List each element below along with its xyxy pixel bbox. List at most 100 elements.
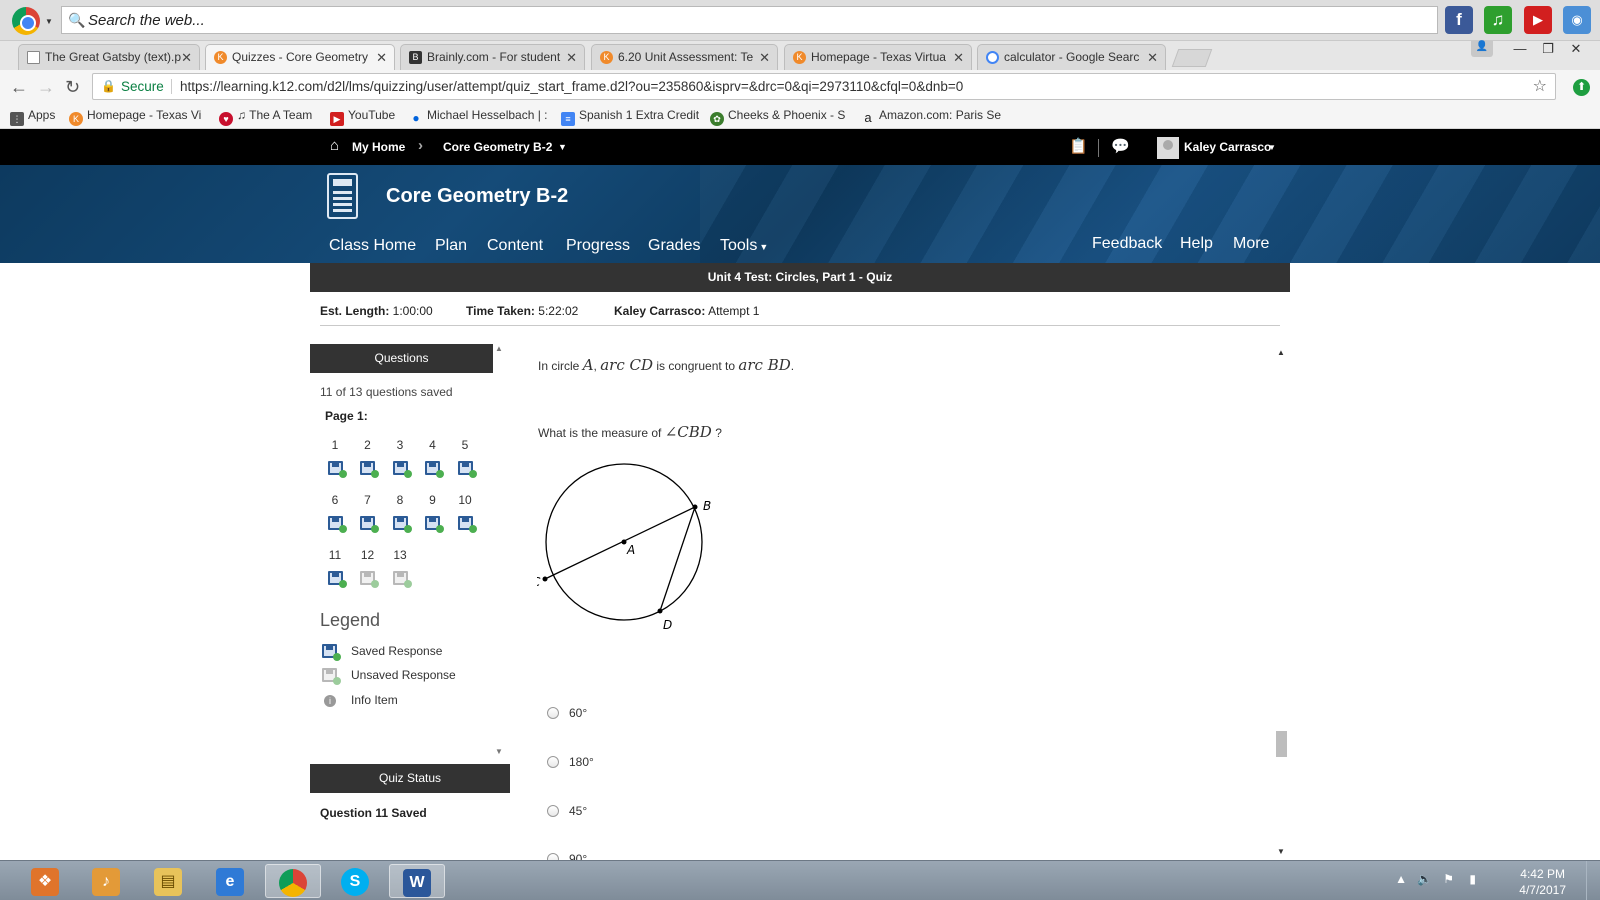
nav-feedback[interactable]: Feedback [1092, 235, 1162, 253]
close-icon[interactable]: ✕ [181, 45, 192, 70]
tab-calculator-search[interactable]: calculator - Google Searc ✕ [977, 44, 1166, 70]
bookmark-a-team[interactable]: ♥ ♫ The A Team [219, 108, 312, 126]
url-text[interactable]: https://learning.k12.com/d2l/lms/quizzin… [180, 74, 963, 99]
nav-content[interactable]: Content [487, 237, 543, 255]
my-home-link[interactable]: My Home [352, 140, 405, 154]
question-link-10[interactable]: 10 [450, 493, 480, 533]
question-link-1[interactable]: 1 [320, 438, 350, 478]
question-link-8[interactable]: 8 [385, 493, 415, 533]
taskbar-start-app[interactable]: ❖ [17, 864, 73, 898]
radio-button[interactable] [547, 707, 559, 719]
question-link-11[interactable]: 11 [320, 548, 350, 588]
scroll-down-icon[interactable]: ▼ [1277, 847, 1285, 856]
taskbar-skype[interactable]: S [327, 864, 383, 898]
question-link-12[interactable]: 12 [353, 548, 383, 588]
questions-panel-scrollbar[interactable]: ▲ ▼ [493, 344, 504, 756]
nav-help[interactable]: Help [1180, 235, 1213, 253]
notifications-icon[interactable]: 📋 [1069, 137, 1088, 155]
close-icon[interactable]: ✕ [566, 45, 577, 70]
back-arrow-icon[interactable]: ← [10, 77, 28, 98]
chevron-down-icon[interactable]: ▼ [1268, 143, 1276, 152]
tab-great-gatsby[interactable]: The Great Gatsby (text).p ✕ [18, 44, 200, 70]
radio-button[interactable] [547, 756, 559, 768]
bookmark-texas-homepage[interactable]: K Homepage - Texas Vi [69, 108, 201, 126]
bookmark-youtube[interactable]: ▶ YouTube [330, 108, 395, 126]
web-search-box[interactable]: 🔍 [61, 6, 1438, 34]
messages-icon[interactable]: 💬 [1111, 137, 1130, 155]
chevron-down-icon[interactable]: ▼ [558, 142, 567, 152]
close-icon[interactable]: ✕ [759, 45, 770, 70]
saved-response-icon [425, 516, 444, 533]
question-link-9[interactable]: 9 [418, 493, 448, 533]
question-link-13[interactable]: 13 [385, 548, 415, 588]
tab-unit-assessment[interactable]: K 6.20 Unit Assessment: Te ✕ [591, 44, 778, 70]
forward-arrow-icon[interactable]: → [37, 77, 55, 98]
question-scrollbar[interactable]: ▲ ▼ [1275, 344, 1287, 860]
taskbar-chrome[interactable] [265, 864, 321, 898]
answer-choice-1[interactable]: 60° [547, 706, 587, 720]
bookmark-flickr[interactable]: ● Michael Hesselbach | : [409, 108, 547, 125]
extension-icon[interactable]: ⬆ [1573, 79, 1590, 96]
close-icon[interactable]: ✕ [376, 45, 387, 70]
question-link-2[interactable]: 2 [353, 438, 383, 478]
question-link-4[interactable]: 4 [418, 438, 448, 478]
bookmark-star-icon[interactable]: ☆ [1533, 74, 1547, 99]
scroll-down-icon[interactable]: ▼ [495, 747, 503, 756]
tab-brainly[interactable]: B Brainly.com - For student ✕ [400, 44, 585, 70]
taskbar-explorer[interactable]: ▤ [140, 864, 196, 898]
tab-quizzes[interactable]: K Quizzes - Core Geometry ✕ [205, 44, 395, 71]
close-icon[interactable]: ✕ [953, 45, 964, 70]
scroll-thumb[interactable] [1276, 731, 1287, 757]
close-window-icon[interactable]: ✕ [1562, 41, 1590, 57]
answer-choice-3[interactable]: 45° [547, 804, 587, 818]
nav-more[interactable]: More [1233, 235, 1269, 253]
facebook-icon[interactable]: f [1445, 6, 1473, 34]
tab-texas-virtual[interactable]: K Homepage - Texas Virtua ✕ [784, 44, 972, 70]
taskbar-clock[interactable]: 4:42 PM 4/7/2017 [1519, 866, 1566, 898]
new-tab-button[interactable] [1171, 49, 1213, 67]
nav-progress[interactable]: Progress [566, 237, 630, 255]
radio-button[interactable] [547, 853, 559, 860]
volume-icon[interactable]: 🔈 [1417, 872, 1432, 886]
course-dropdown[interactable]: Core Geometry B-2 [443, 140, 552, 154]
nav-grades[interactable]: Grades [648, 237, 700, 255]
nav-plan[interactable]: Plan [435, 237, 467, 255]
radio-button[interactable] [547, 805, 559, 817]
restore-icon[interactable]: ❐ [1534, 41, 1562, 57]
answer-choice-4[interactable]: 90° [547, 852, 587, 860]
bookmark-apps[interactable]: ⋮ Apps [10, 108, 55, 126]
user-menu[interactable]: Kaley Carrasco [1184, 140, 1271, 154]
bookmark-amazon[interactable]: a Amazon.com: Paris Se [861, 108, 1001, 125]
bookmark-spanish[interactable]: ≡ Spanish 1 Extra Credit [561, 108, 699, 126]
chrome-logo-icon[interactable] [12, 7, 40, 35]
show-desktop-button[interactable] [1586, 861, 1600, 900]
profile-icon[interactable]: 👤 [1471, 41, 1493, 57]
question-link-6[interactable]: 6 [320, 493, 350, 533]
taskbar-media-app[interactable]: ♪ [78, 864, 134, 898]
taskbar-word[interactable]: W [389, 864, 445, 898]
scroll-up-icon[interactable]: ▲ [495, 344, 503, 353]
network-icon[interactable]: ▮ [1469, 872, 1476, 886]
address-bar[interactable]: 🔒 Secure https://learning.k12.com/d2l/lm… [92, 73, 1556, 100]
question-link-3[interactable]: 3 [385, 438, 415, 478]
minimize-icon[interactable]: — [1506, 41, 1534, 56]
youtube-icon[interactable]: ▶ [1524, 6, 1552, 34]
web-search-input[interactable] [88, 10, 1418, 30]
nav-tools[interactable]: Tools ▼ [720, 237, 768, 255]
answer-choice-2[interactable]: 180° [547, 755, 594, 769]
bookmark-cheeks-phoenix[interactable]: ✿ Cheeks & Phoenix - S [710, 108, 845, 126]
taskbar-ie[interactable]: e [202, 864, 258, 898]
question-number: 5 [461, 438, 469, 452]
question-link-5[interactable]: 5 [450, 438, 480, 478]
tray-expand-icon[interactable]: ▲ [1395, 872, 1407, 886]
music-icon[interactable]: ♫ [1484, 6, 1512, 34]
avatar[interactable] [1157, 137, 1179, 159]
chevron-down-icon[interactable]: ▼ [45, 17, 53, 26]
reload-icon[interactable]: ↻ [65, 77, 80, 98]
nav-class-home[interactable]: Class Home [329, 237, 416, 255]
close-icon[interactable]: ✕ [1147, 45, 1158, 70]
action-center-flag-icon[interactable]: ⚑ [1443, 872, 1454, 886]
scroll-up-icon[interactable]: ▲ [1277, 348, 1285, 357]
question-link-7[interactable]: 7 [353, 493, 383, 533]
game-icon[interactable]: ◉ [1563, 6, 1591, 34]
